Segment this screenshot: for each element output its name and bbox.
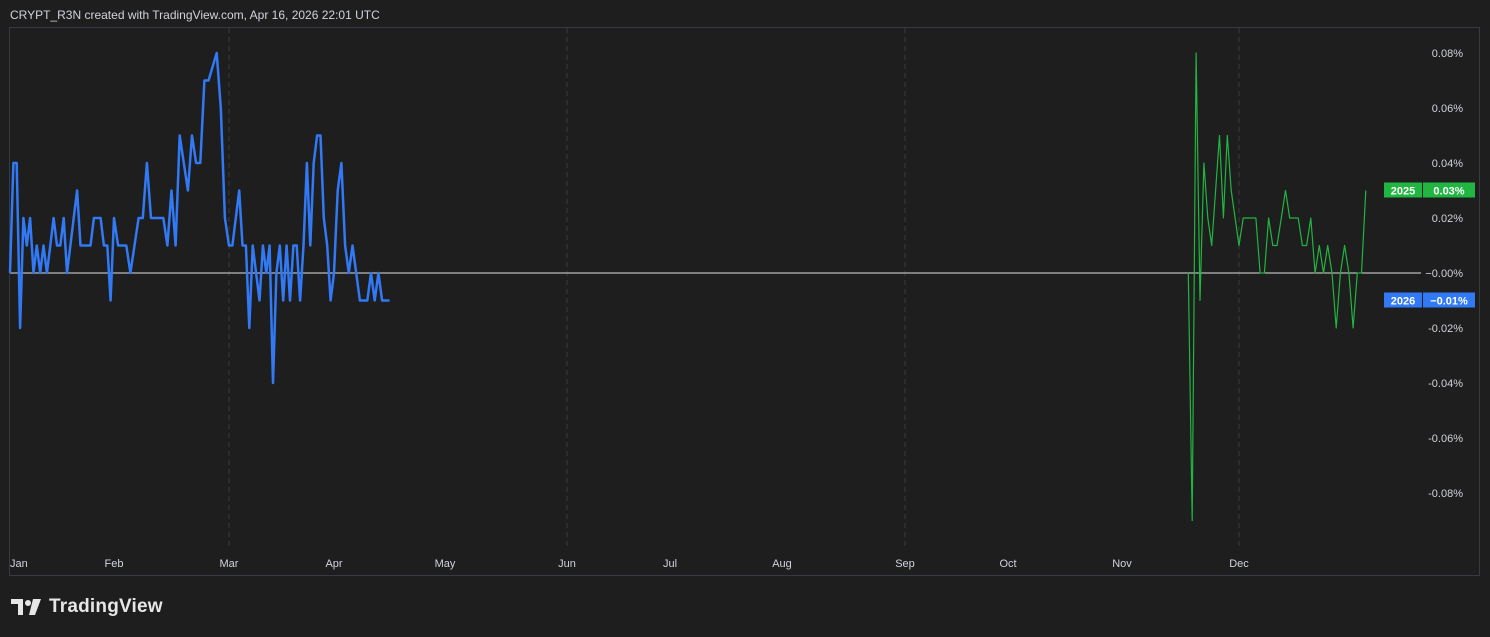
series-line-2026 xyxy=(8,51,390,385)
tradingview-logo[interactable]: TradingView xyxy=(11,596,163,618)
x-tick-label-nov: Nov xyxy=(1112,558,1132,570)
series-layer xyxy=(8,51,1367,522)
y-tick-label: -0.04% xyxy=(1428,378,1463,390)
x-tick-label-jan: Jan xyxy=(10,558,28,570)
series-value-label-2025: 0.03% xyxy=(1433,186,1464,198)
x-tick-label-sep: Sep xyxy=(895,558,915,570)
tradingview-logo-text: TradingView xyxy=(49,596,163,617)
y-tick-label: -0.02% xyxy=(1428,323,1463,335)
axis-layer: Jan Feb Mar Apr May Jun Jul Aug Sep Oct Nov Dec 0.08… xyxy=(10,48,1463,570)
y-tick-label: 0.02% xyxy=(1432,213,1463,225)
chart-canvas[interactable]: Jan Feb Mar Apr May Jun Jul Aug Sep Oct Nov Dec 0.08… xyxy=(0,0,1490,637)
x-tick-label-aug: Aug xyxy=(772,558,792,570)
x-tick-label-may: May xyxy=(435,558,456,570)
series-value-label-2026: −0.01% xyxy=(1430,296,1468,308)
series-name-label-2026: 2026 xyxy=(1391,296,1415,308)
x-tick-label-mar: Mar xyxy=(220,558,239,570)
x-tick-label-jun: Jun xyxy=(558,558,576,570)
y-tick-label: 0.04% xyxy=(1432,158,1463,170)
tradingview-logo-icon xyxy=(11,599,41,615)
y-tick-label: 0.08% xyxy=(1432,48,1463,60)
x-tick-label-jul: Jul xyxy=(663,558,677,570)
x-tick-label-oct: Oct xyxy=(999,558,1016,570)
label-layer: 2026 −0.01% 2025 0.03% xyxy=(1384,182,1475,308)
y-tick-label: -0.08% xyxy=(1428,488,1463,500)
series-name-label-2025: 2025 xyxy=(1391,186,1415,198)
series-line-2025 xyxy=(1187,52,1367,522)
x-tick-label-apr: Apr xyxy=(325,558,342,570)
y-tick-label: −0.00% xyxy=(1425,268,1463,280)
x-tick-label-feb: Feb xyxy=(105,558,124,570)
y-tick-label: 0.06% xyxy=(1432,103,1463,115)
y-tick-label: -0.06% xyxy=(1428,433,1463,445)
x-tick-label-dec: Dec xyxy=(1229,558,1249,570)
